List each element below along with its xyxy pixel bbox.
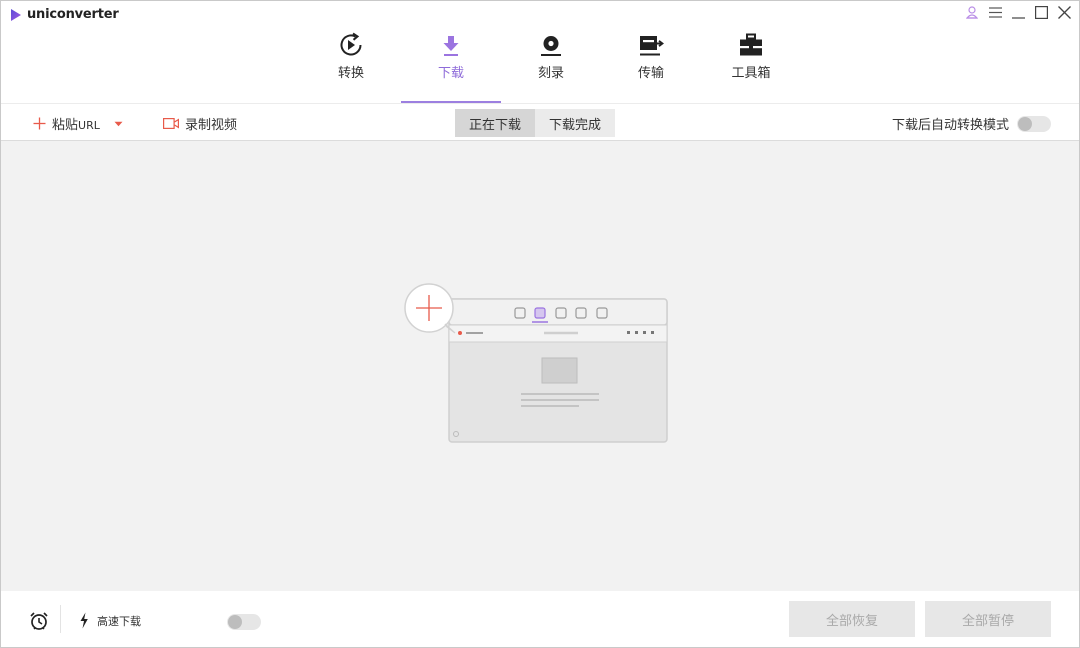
lightning-icon: [80, 612, 88, 629]
minimize-icon[interactable]: [1011, 5, 1025, 19]
tab-finished[interactable]: 下载完成: [535, 109, 616, 137]
download-toolbar: 粘贴URL 录制视频 正在下载 下载完成 下载后自动转换模式: [1, 103, 1079, 141]
divider: [60, 605, 61, 633]
resume-all-button[interactable]: 全部恢复: [789, 601, 915, 637]
nav-download-label: 下载: [437, 66, 464, 81]
high-speed-download: 高速下载: [79, 612, 141, 629]
high-speed-toggle[interactable]: [227, 614, 261, 630]
nav-transfer-label: 传输: [637, 66, 664, 81]
caret-down-icon[interactable]: [114, 121, 123, 127]
video-camera-icon: [163, 118, 179, 129]
record-video-button[interactable]: 录制视频: [163, 114, 237, 133]
nav-transfer[interactable]: 传输: [601, 1, 701, 103]
download-status-tabs: 正在下载 下载完成: [455, 109, 616, 137]
nav-download[interactable]: 下载: [401, 1, 501, 103]
menu-icon[interactable]: [988, 5, 1002, 19]
paste-url-button[interactable]: 粘贴URL: [33, 114, 123, 133]
app-window: uniconverter 转换 下载 刻录 传输 工具箱 粘贴URL 录制视频 …: [0, 0, 1080, 648]
download-list-area: [1, 141, 1079, 591]
burn-disc-icon: [539, 31, 563, 59]
pause-all-button[interactable]: 全部暂停: [925, 601, 1051, 637]
record-video-label: 录制视频: [185, 118, 238, 133]
nav-burn[interactable]: 刻录: [501, 1, 601, 103]
tab-downloading[interactable]: 正在下载: [455, 109, 536, 137]
plus-icon: [33, 117, 46, 130]
alarm-clock-icon[interactable]: [29, 611, 49, 631]
auto-convert-setting: 下载后自动转换模式: [892, 114, 1051, 133]
app-name: uniconverter: [27, 7, 119, 22]
paste-url-label: 粘贴URL: [52, 118, 100, 133]
download-icon: [441, 31, 461, 59]
bottom-bar: 高速下载 全部恢复 全部暂停: [1, 591, 1079, 647]
close-icon[interactable]: [1057, 5, 1071, 19]
brand: uniconverter: [10, 7, 119, 22]
nav-convert-label: 转换: [337, 66, 364, 81]
auto-convert-toggle[interactable]: [1017, 115, 1051, 132]
convert-icon: [337, 31, 365, 59]
account-icon[interactable]: [965, 5, 979, 19]
window-controls: [965, 5, 1071, 19]
high-speed-label: 高速下载: [97, 614, 141, 628]
empty-state-illustration: [404, 283, 668, 443]
app-logo-icon: [11, 8, 21, 21]
nav-convert[interactable]: 转换: [301, 1, 401, 103]
auto-convert-label: 下载后自动转换模式: [891, 118, 1009, 133]
maximize-icon[interactable]: [1034, 5, 1048, 19]
nav-burn-label: 刻录: [537, 66, 564, 81]
main-nav: 转换 下载 刻录 传输 工具箱: [301, 1, 801, 103]
nav-toolbox[interactable]: 工具箱: [701, 1, 801, 103]
toolbox-icon: [738, 31, 764, 59]
transfer-icon: [638, 31, 664, 59]
top-bar: uniconverter 转换 下载 刻录 传输 工具箱: [1, 1, 1079, 103]
nav-toolbox-label: 工具箱: [731, 66, 771, 81]
